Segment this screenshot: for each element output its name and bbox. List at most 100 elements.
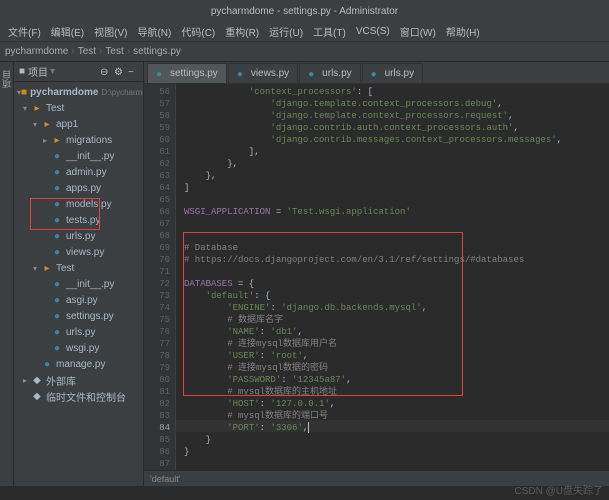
code-line[interactable]: 'PASSWORD': '12345a87',: [184, 374, 609, 386]
code-line[interactable]: 'django.contrib.messages.context_process…: [184, 134, 609, 146]
menu-item[interactable]: 运行(U): [264, 22, 308, 41]
breadcrumb-file[interactable]: settings.py: [133, 46, 181, 57]
code-line[interactable]: WSGI_APPLICATION = 'Test.wsgi.applicatio…: [184, 206, 609, 218]
code-line[interactable]: 'USER': 'root',: [184, 350, 609, 362]
editor[interactable]: 5657585960616263646566676869707172737475…: [144, 84, 609, 470]
tree-node[interactable]: ●asgi.py: [14, 292, 143, 308]
tree-node[interactable]: ●settings.py: [14, 308, 143, 324]
tree-label: models.py: [66, 199, 112, 210]
editor-tab[interactable]: ●urls.py: [362, 63, 423, 83]
code-line[interactable]: 'context_processors': [: [184, 86, 609, 98]
code-line[interactable]: # https://docs.djangoproject.com/en/3.1/…: [184, 254, 609, 266]
code-line[interactable]: # 连接mysql数据的密码: [184, 362, 609, 374]
code-line[interactable]: 'PORT': '3306',: [184, 422, 609, 434]
hide-icon[interactable]: −: [128, 67, 138, 77]
code-line[interactable]: }: [184, 446, 609, 458]
menu-item[interactable]: 工具(T): [308, 22, 351, 41]
code-line[interactable]: },: [184, 158, 609, 170]
tree-node[interactable]: ▾▸Test: [14, 260, 143, 276]
menu-item[interactable]: 代码(C): [176, 22, 220, 41]
code-line[interactable]: 'NAME': 'db1',: [184, 326, 609, 338]
code-line[interactable]: DATABASES = {: [184, 278, 609, 290]
code-line[interactable]: # mysql数据库的端口号: [184, 410, 609, 422]
tree-label: __init__.py: [66, 279, 114, 290]
code-line[interactable]: [184, 266, 609, 278]
collapse-icon[interactable]: ⊖: [100, 67, 110, 77]
dropdown-icon[interactable]: ▾: [50, 66, 55, 77]
code-line[interactable]: # mysql数据库的主机地址: [184, 386, 609, 398]
menu-item[interactable]: VCS(S): [351, 24, 395, 39]
editor-tab[interactable]: ●urls.py: [299, 63, 360, 83]
code-line[interactable]: 'django.template.context_processors.debu…: [184, 98, 609, 110]
tree-node[interactable]: ◆临时文件和控制台: [14, 388, 143, 404]
code-line[interactable]: 'django.contrib.auth.context_processors.…: [184, 122, 609, 134]
menu-item[interactable]: 导航(N): [132, 22, 176, 41]
folder-icon: ▸: [31, 103, 43, 114]
project-tool-button[interactable]: 项目: [0, 70, 13, 88]
tree-label: urls.py: [66, 231, 95, 242]
menu-item[interactable]: 文件(F): [3, 22, 46, 41]
menu-item[interactable]: 帮助(H): [441, 22, 485, 41]
menu-item[interactable]: 编辑(E): [46, 22, 89, 41]
py-icon: ●: [51, 295, 63, 306]
tree-node[interactable]: ●wsgi.py: [14, 340, 143, 356]
menu-item[interactable]: 视图(V): [89, 22, 132, 41]
code-line[interactable]: [184, 458, 609, 470]
tree-label: urls.py: [66, 327, 95, 338]
py-icon: ●: [51, 183, 63, 194]
left-tool-strip[interactable]: 项目: [0, 62, 14, 486]
tree-node[interactable]: ●apps.py: [14, 180, 143, 196]
tree-node[interactable]: ▸◆外部库: [14, 372, 143, 388]
tree-node[interactable]: ●admin.py: [14, 164, 143, 180]
code-line[interactable]: ],: [184, 146, 609, 158]
tree-root[interactable]: ▾■ pycharmdome D:\pycharmdome: [14, 84, 143, 100]
gear-icon[interactable]: ⚙: [114, 67, 124, 77]
menu-item[interactable]: 窗口(W): [395, 22, 441, 41]
python-file-icon: ●: [156, 69, 166, 79]
menu-bar: 文件(F)编辑(E)视图(V)导航(N)代码(C)重构(R)运行(U)工具(T)…: [0, 22, 609, 42]
code-line[interactable]: }: [184, 434, 609, 446]
py-icon: ●: [51, 167, 63, 178]
py-icon: ●: [51, 199, 63, 210]
project-tree[interactable]: ▾■ pycharmdome D:\pycharmdome ▾▸Test▾▸ap…: [14, 82, 143, 486]
tree-node[interactable]: ●models.py: [14, 196, 143, 212]
tree-node[interactable]: ●urls.py: [14, 228, 143, 244]
tree-label: __init__.py: [66, 151, 114, 162]
gutter[interactable]: 5657585960616263646566676869707172737475…: [144, 84, 176, 470]
tree-node[interactable]: ●__init__.py: [14, 276, 143, 292]
editor-tab[interactable]: ● views.py: [228, 63, 298, 83]
tab-label: views.py: [251, 68, 289, 79]
tree-label: migrations: [66, 135, 112, 146]
tree-node[interactable]: ●views.py: [14, 244, 143, 260]
breadcrumb-seg[interactable]: Test: [78, 46, 96, 57]
breadcrumb-seg[interactable]: Test: [105, 46, 123, 57]
code-line[interactable]: # 数据库名字: [184, 314, 609, 326]
tree-node[interactable]: ●manage.py: [14, 356, 143, 372]
tree-node[interactable]: ●tests.py: [14, 212, 143, 228]
tree-node[interactable]: ▾▸app1: [14, 116, 143, 132]
breadcrumb-root[interactable]: pycharmdome: [5, 46, 68, 57]
code-line[interactable]: 'default': {: [184, 290, 609, 302]
breadcrumb[interactable]: pycharmdome › Test › Test › settings.py: [0, 42, 609, 62]
tree-node[interactable]: ●urls.py: [14, 324, 143, 340]
editor-tab[interactable]: ●settings.py: [147, 63, 227, 83]
tree-node[interactable]: ●__init__.py: [14, 148, 143, 164]
code-line[interactable]: 'django.template.context_processors.requ…: [184, 110, 609, 122]
code-line[interactable]: [184, 230, 609, 242]
crumb-label[interactable]: 'default': [150, 474, 180, 484]
code-line[interactable]: 'ENGINE': 'django.db.backends.mysql',: [184, 302, 609, 314]
code-line[interactable]: # Database: [184, 242, 609, 254]
code-line[interactable]: [184, 218, 609, 230]
menu-item[interactable]: 重构(R): [220, 22, 264, 41]
tree-label: settings.py: [66, 311, 114, 322]
python-file-icon: ●: [237, 69, 247, 79]
code-line[interactable]: ]: [184, 182, 609, 194]
tree-node[interactable]: ▸▸migrations: [14, 132, 143, 148]
tab-label: urls.py: [322, 68, 351, 79]
code-line[interactable]: 'HOST': '127.0.0.1',: [184, 398, 609, 410]
code-line[interactable]: },: [184, 170, 609, 182]
tree-node[interactable]: ▾▸Test: [14, 100, 143, 116]
code-line[interactable]: # 连接mysql数据库用户名: [184, 338, 609, 350]
code[interactable]: 'context_processors': [ 'django.template…: [176, 84, 609, 470]
code-line[interactable]: [184, 194, 609, 206]
